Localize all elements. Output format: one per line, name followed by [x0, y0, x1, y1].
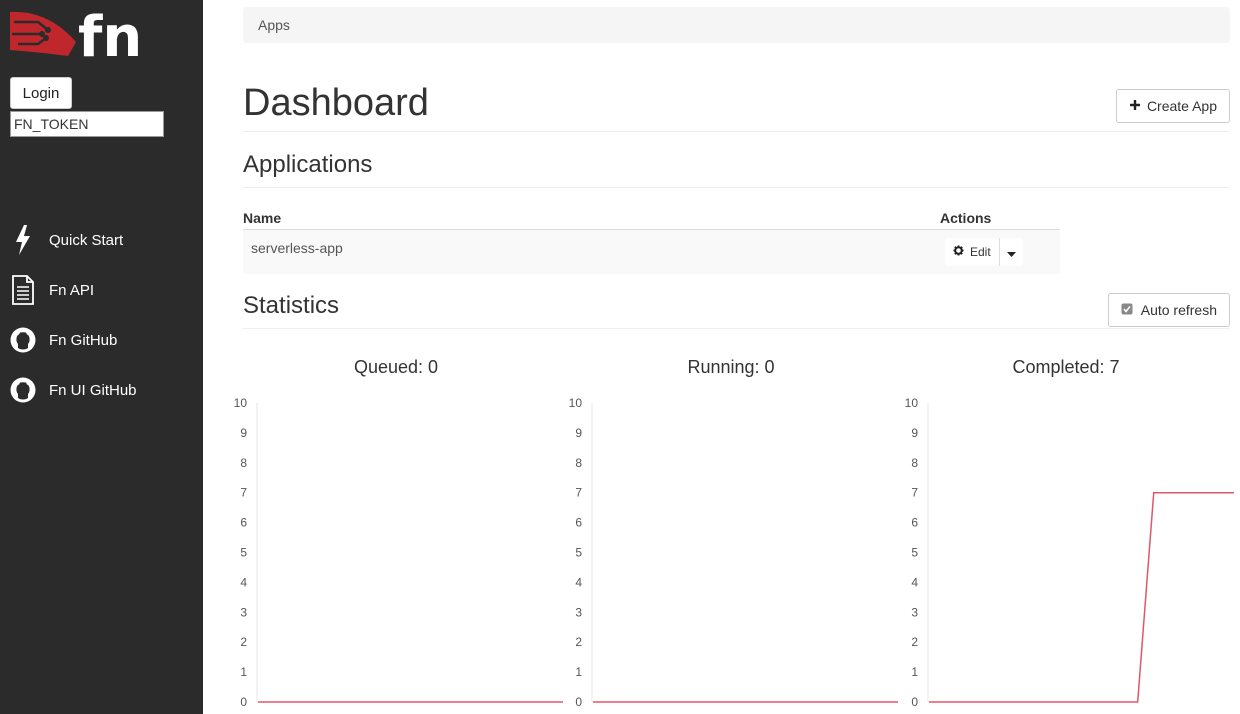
column-header-actions: Actions	[940, 208, 1060, 230]
y-tick-label: 9	[911, 426, 918, 440]
divider	[243, 131, 1230, 132]
applications-title: Applications	[243, 151, 373, 178]
nav-label: Fn API	[49, 281, 95, 299]
y-tick-label: 10	[234, 396, 248, 410]
chart-title-queued: Queued: 0	[353, 357, 439, 377]
edit-button-group: Edit	[945, 238, 1060, 266]
nav-item-fn-ui-github[interactable]: Fn UI GitHub	[0, 365, 203, 415]
y-tick-label: 5	[575, 546, 582, 560]
nav-label: Fn UI GitHub	[49, 381, 137, 399]
table-row: serverless-app Edit	[243, 229, 1060, 274]
breadcrumb-item-apps[interactable]: Apps	[258, 17, 290, 33]
actions-cell: Edit	[940, 229, 1060, 274]
document-icon	[10, 274, 36, 306]
chart-completed: 0 1 2 3 4 5 6 7 8 9 10	[905, 396, 1234, 709]
y-tick-label: 0	[911, 695, 918, 709]
y-tick-label: 3	[575, 605, 582, 619]
y-tick-label: 6	[240, 516, 247, 530]
edit-dropdown-toggle[interactable]	[998, 238, 1023, 266]
token-input[interactable]	[10, 111, 164, 137]
logo-text: fn	[78, 5, 142, 62]
y-tick-label: 9	[240, 426, 247, 440]
chart-title-completed: Completed: 7	[1012, 357, 1120, 377]
nav-item-quick-start[interactable]: Quick Start	[0, 215, 203, 265]
chart-queued: 0 1 2 3 4 5 6 7 8 9 10	[234, 396, 563, 709]
y-tick-label: 1	[240, 665, 247, 679]
nav-item-fn-api[interactable]: Fn API	[0, 265, 203, 315]
y-tick-label: 7	[240, 486, 247, 500]
y-tick-label: 2	[575, 635, 582, 649]
column-header-name: Name	[243, 208, 940, 230]
statistics-title: Statistics	[243, 292, 340, 319]
gear-icon	[953, 245, 964, 259]
y-tick-label: 2	[240, 635, 247, 649]
y-tick-label: 9	[575, 426, 582, 440]
auto-refresh-button[interactable]: Auto refresh	[1107, 293, 1230, 327]
create-app-button[interactable]: Create App	[1115, 89, 1230, 123]
y-tick-label: 4	[240, 575, 247, 589]
y-tick-label: 4	[911, 575, 918, 589]
github-icon	[10, 374, 36, 406]
table-header-row: Name Actions	[243, 208, 1060, 230]
nav-label: Fn GitHub	[49, 331, 118, 349]
applications-table: Name Actions serverless-app Edit	[243, 208, 1060, 274]
y-tick-label: 2	[911, 635, 918, 649]
y-tick-label: 3	[911, 605, 918, 619]
y-tick-label: 7	[911, 486, 918, 500]
y-tick-label: 10	[569, 396, 583, 410]
y-tick-label: 6	[911, 516, 918, 530]
github-icon	[10, 324, 36, 356]
y-tick-label: 0	[575, 695, 582, 709]
edit-label: Edit	[970, 245, 991, 259]
app-name[interactable]: serverless-app	[243, 229, 940, 274]
y-tick-label: 6	[575, 516, 582, 530]
nav-item-fn-github[interactable]: Fn GitHub	[0, 315, 203, 365]
sidebar-nav: Quick Start Fn API Fn GitHub Fn UI GitHu…	[0, 215, 203, 415]
nav-label: Quick Start	[49, 231, 124, 249]
divider	[243, 328, 1230, 329]
y-tick-label: 1	[911, 665, 918, 679]
page-title: Dashboard	[243, 82, 429, 124]
plus-icon	[1129, 98, 1141, 114]
y-tick-label: 3	[240, 605, 247, 619]
chart-running: 0 1 2 3 4 5 6 7 8 9 10	[569, 396, 898, 709]
login-button[interactable]: Login	[10, 77, 72, 109]
y-tick-label: 5	[911, 546, 918, 560]
edit-button[interactable]: Edit	[945, 238, 999, 266]
y-tick-label: 10	[905, 396, 919, 410]
y-tick-label: 1	[575, 665, 582, 679]
caret-down-icon	[1006, 245, 1016, 260]
divider	[243, 187, 1230, 188]
y-tick-label: 5	[240, 546, 247, 560]
series-line	[929, 491, 1234, 703]
breadcrumb: Apps	[243, 7, 1230, 43]
y-tick-label: 8	[911, 456, 918, 470]
main-content: Apps Dashboard Create App Applications N…	[234, 0, 1234, 714]
y-tick-label: 8	[575, 456, 582, 470]
bolt-icon	[10, 224, 36, 256]
create-app-label: Create App	[1146, 98, 1217, 114]
y-tick-label: 0	[240, 695, 247, 709]
y-tick-label: 4	[575, 575, 582, 589]
statistics-charts: 0 1 2 3 4 5 6 7 8 9 10 0 1 2 3 4 5 6 7 8 9 10 0 1 2 3 4 5 6 7 8 9 10	[234, 396, 1234, 709]
fn-logo-mark	[10, 11, 76, 56]
sidebar: fn Login Quick Start Fn API	[0, 0, 203, 714]
fn-logo[interactable]: fn	[8, 4, 148, 62]
auto-refresh-label: Auto refresh	[1140, 302, 1217, 318]
y-tick-label: 8	[240, 456, 247, 470]
y-tick-label: 7	[575, 486, 582, 500]
chart-title-running: Running: 0	[687, 357, 775, 377]
checkbox-checked-icon	[1121, 302, 1133, 318]
